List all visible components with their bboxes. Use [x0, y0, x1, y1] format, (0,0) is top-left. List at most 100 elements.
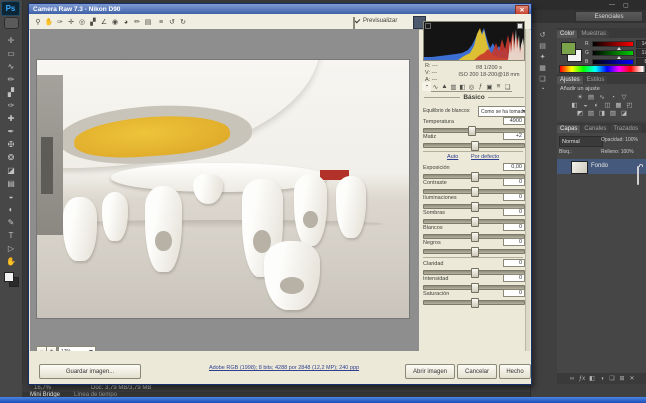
- blacks-slider[interactable]: [423, 249, 525, 254]
- cr-tab-detail-icon[interactable]: ▲: [440, 82, 449, 92]
- cr-graduated-filter-tool-icon[interactable]: ▤: [143, 17, 153, 27]
- levels-icon[interactable]: ▤: [586, 93, 597, 101]
- minimize-icon[interactable]: —: [609, 2, 615, 8]
- hand-tool-icon[interactable]: ✋: [3, 255, 19, 267]
- layer-row-background[interactable]: Fondo: [557, 159, 646, 174]
- gradient-tool-icon[interactable]: ▤: [3, 177, 19, 189]
- tint-slider[interactable]: [423, 143, 525, 148]
- posterize-icon[interactable]: ▧: [586, 109, 597, 117]
- auto-link[interactable]: Auto: [447, 154, 458, 160]
- invert-icon[interactable]: ◩: [575, 109, 586, 117]
- cr-preferences-icon[interactable]: ≡: [156, 17, 166, 27]
- blend-mode-select[interactable]: Normal: [559, 136, 603, 147]
- cr-white-balance-tool-icon[interactable]: ✑: [55, 17, 65, 27]
- save-image-button[interactable]: Guardar imagen...: [39, 364, 141, 379]
- eyedropper-tool-icon[interactable]: ✑: [3, 99, 19, 111]
- cr-spot-removal-tool-icon[interactable]: ◉: [110, 17, 120, 27]
- photo-filter-icon[interactable]: ◫: [602, 101, 613, 109]
- healing-brush-tool-icon[interactable]: ✚: [3, 112, 19, 124]
- maximize-icon[interactable]: ▢: [623, 2, 629, 9]
- gradient-map-icon[interactable]: ◪: [619, 109, 630, 117]
- cr-tab-presets-icon[interactable]: ≡: [494, 82, 503, 92]
- new-layer-icon[interactable]: ⊞: [617, 375, 627, 383]
- layer-thumbnail[interactable]: [571, 161, 588, 174]
- photo-canvas[interactable]: [37, 60, 409, 318]
- black-white-icon[interactable]: ◐: [591, 101, 602, 109]
- white-balance-select[interactable]: Como se ha tomado: [478, 106, 529, 117]
- cr-adjustment-brush-tool-icon[interactable]: ✏: [132, 17, 142, 27]
- whites-value[interactable]: 0: [503, 223, 525, 231]
- quick-selection-tool-icon[interactable]: ✏: [3, 73, 19, 85]
- vibrance-icon[interactable]: ▽: [619, 93, 630, 101]
- tint-value[interactable]: +2: [503, 132, 525, 140]
- history-brush-tool-icon[interactable]: ❂: [3, 151, 19, 163]
- green-channel-slider[interactable]: [592, 50, 634, 56]
- exposure-icon[interactable]: ◔: [608, 93, 619, 101]
- clone-source-panel-icon[interactable]: ◔: [535, 85, 550, 94]
- link-layers-icon[interactable]: ∞: [567, 375, 577, 383]
- lasso-tool-icon[interactable]: ∿: [3, 60, 19, 72]
- shadows-value[interactable]: 0: [503, 208, 525, 216]
- cr-tab-hsl-icon[interactable]: ▥: [449, 82, 458, 92]
- cr-tab-tone-curve-icon[interactable]: ∿: [431, 82, 440, 92]
- fill-control[interactable]: Relleno: 100%: [601, 149, 634, 155]
- highlight-clipping-icon[interactable]: [517, 23, 523, 29]
- status-doc-size[interactable]: Doc: 3,79 MB/3,79 MB: [91, 385, 151, 391]
- cr-tab-snapshots-icon[interactable]: ❏: [503, 82, 512, 92]
- path-selection-tool-icon[interactable]: ▷: [3, 242, 19, 254]
- color-balance-icon[interactable]: ◒: [580, 101, 591, 109]
- info-panel-icon[interactable]: ✦: [535, 52, 550, 61]
- brush-tool-icon[interactable]: ✒: [3, 125, 19, 137]
- color-spectrum-ramp[interactable]: [559, 65, 646, 73]
- saturation-slider[interactable]: [423, 300, 525, 305]
- workspace-switcher[interactable]: Esenciales: [575, 11, 643, 22]
- cr-red-eye-tool-icon[interactable]: ◕: [121, 17, 131, 27]
- cr-tab-camera-calibration-icon[interactable]: ▣: [485, 82, 494, 92]
- cr-tab-effects-icon[interactable]: ƒ: [476, 82, 485, 92]
- highlights-value[interactable]: 0: [503, 193, 525, 201]
- cancel-button[interactable]: Cancelar: [457, 364, 497, 379]
- exposure-value[interactable]: 0,00: [503, 163, 525, 171]
- eraser-tool-icon[interactable]: ◪: [3, 164, 19, 176]
- hue-saturation-icon[interactable]: ◧: [569, 101, 580, 109]
- move-tool-icon[interactable]: ✛: [3, 34, 19, 46]
- pen-tool-icon[interactable]: ✎: [3, 216, 19, 228]
- vibrance-value[interactable]: 0: [503, 274, 525, 282]
- brightness-contrast-icon[interactable]: ☀: [575, 93, 586, 101]
- cr-color-sampler-tool-icon[interactable]: ✛: [66, 17, 76, 27]
- color-lookup-icon[interactable]: ◰: [624, 101, 635, 109]
- cr-hand-tool-icon[interactable]: ✋: [44, 17, 54, 27]
- done-button[interactable]: Hecho: [499, 364, 531, 379]
- blur-tool-icon[interactable]: ◒: [3, 190, 19, 202]
- selective-color-icon[interactable]: ▨: [608, 109, 619, 117]
- cr-rotate-left-icon[interactable]: ↺: [167, 17, 177, 27]
- new-adjustment-icon[interactable]: ◑: [597, 375, 607, 383]
- tab-adjustments[interactable]: Ajustes: [557, 76, 583, 84]
- cr-targeted-adjustment-tool-icon[interactable]: ◎: [77, 17, 87, 27]
- threshold-icon[interactable]: ◨: [597, 109, 608, 117]
- opacity-control[interactable]: Opacidad: 100%: [601, 137, 638, 143]
- histogram[interactable]: [423, 21, 525, 61]
- cr-zoom-tool-icon[interactable]: ⚲: [33, 17, 43, 27]
- red-channel-slider[interactable]: [592, 41, 634, 47]
- cr-tab-split-toning-icon[interactable]: ◧: [458, 82, 467, 92]
- new-group-icon[interactable]: ❏: [607, 375, 617, 383]
- shadow-clipping-icon[interactable]: [425, 23, 431, 29]
- green-channel-value[interactable]: 177: [636, 49, 646, 57]
- mini-bridge-app-icon[interactable]: [4, 17, 19, 29]
- blacks-value[interactable]: 0: [503, 238, 525, 246]
- open-image-button[interactable]: Abrir imagen: [405, 364, 455, 379]
- tab-styles[interactable]: Estilos: [584, 76, 608, 84]
- cr-tab-lens-corrections-icon[interactable]: ◎: [467, 82, 476, 92]
- curves-icon[interactable]: ∿: [597, 93, 608, 101]
- tab-paths[interactable]: Trazados: [610, 125, 641, 133]
- temperature-value[interactable]: 4900: [503, 117, 525, 125]
- layer-style-icon[interactable]: ƒx: [577, 375, 587, 383]
- dialog-title-bar[interactable]: Camera Raw 7.3 - Nikon D90 ✕: [29, 4, 531, 14]
- layer-name[interactable]: Fondo: [591, 163, 608, 169]
- dodge-tool-icon[interactable]: ◐: [3, 203, 19, 215]
- type-tool-icon[interactable]: T: [3, 229, 19, 241]
- actions-panel-icon[interactable]: ▦: [535, 63, 550, 72]
- clarity-value[interactable]: 0: [503, 259, 525, 267]
- default-link[interactable]: Por defecto: [471, 154, 499, 160]
